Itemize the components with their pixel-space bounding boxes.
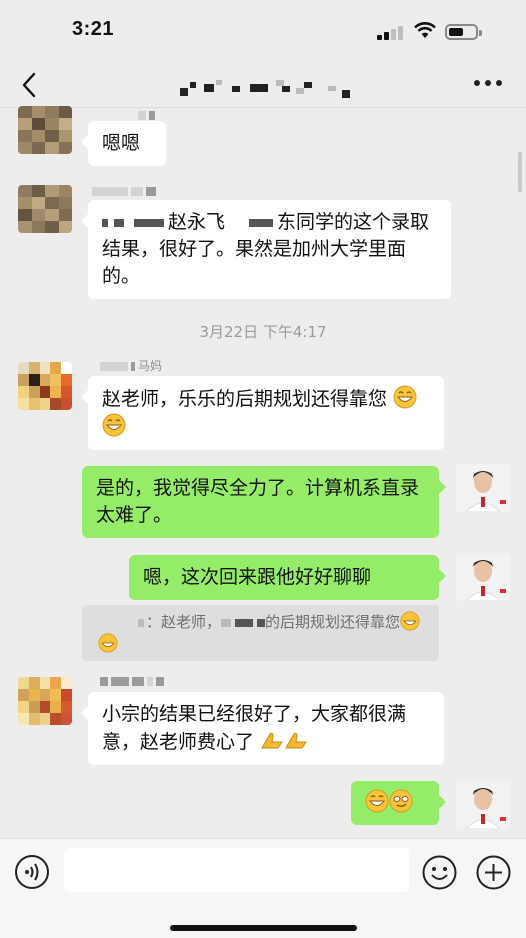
pray-emoji xyxy=(285,732,307,749)
cellular-signal-icon xyxy=(377,24,405,40)
message-bubble[interactable]: 嗯，这次回来跟他好好聊聊 xyxy=(129,555,446,600)
back-icon[interactable] xyxy=(16,70,42,100)
message-input[interactable] xyxy=(64,848,409,892)
sender-name-text: 马妈 xyxy=(138,359,163,373)
grinning-emoji xyxy=(365,789,389,813)
plus-icon[interactable] xyxy=(475,854,512,891)
sender-name-redacted xyxy=(100,674,167,688)
message-bubble[interactable]: 是的，我觉得尽全力了。计算机系直录太难了。 xyxy=(82,466,446,538)
sender-name: 马妈 xyxy=(100,357,162,374)
grinning-emoji xyxy=(400,611,420,631)
message-text: 嗯嗯 xyxy=(102,132,141,154)
grinning-emoji xyxy=(393,385,417,409)
my-avatar[interactable] xyxy=(456,553,510,601)
status-time: 3:21 xyxy=(72,18,115,40)
smirk-emoji xyxy=(389,789,413,813)
grinning-emoji xyxy=(98,633,118,653)
input-bar xyxy=(0,838,526,938)
message-bubble[interactable]: 赵永飞 东同学的这个录取结果，很好了。果然是加州大学里面的。 xyxy=(81,200,451,299)
home-indicator xyxy=(170,925,357,931)
message-text: 小宗的结果已经很好了，大家都很满意，赵老师费心了 xyxy=(102,703,407,753)
quote-text-suffix: 的后期规划还得靠您 xyxy=(265,613,401,631)
emoji-icon[interactable] xyxy=(421,854,458,891)
pray-emoji xyxy=(261,732,283,749)
message-text-part: 赵永飞 xyxy=(168,211,226,233)
grinning-emoji xyxy=(102,413,126,437)
quoted-message[interactable]: ：赵老师， 的后期规划还得靠您 xyxy=(82,605,439,661)
chat-header xyxy=(0,62,526,108)
timestamp: 3月22日 下午4:17 xyxy=(199,323,327,341)
status-bar: 3:21 xyxy=(0,0,526,62)
voice-icon[interactable] xyxy=(14,854,50,890)
scroll-bar[interactable] xyxy=(518,152,522,192)
message-bubble[interactable]: 赵老师，乐乐的后期规划还得靠您 xyxy=(81,376,444,450)
message-text: 是的，我觉得尽全力了。计算机系直录太难了。 xyxy=(96,477,420,526)
chat-title-redacted xyxy=(178,74,353,98)
quote-text-prefix: ：赵老师， xyxy=(146,613,222,631)
avatar[interactable] xyxy=(18,362,72,410)
message-bubble[interactable] xyxy=(351,781,446,825)
message-text: 嗯，这次回来跟他好好聊聊 xyxy=(143,566,372,588)
message-bubble[interactable]: 小宗的结果已经很好了，大家都很满意，赵老师费心了 xyxy=(81,692,444,765)
message-text: 赵老师，乐乐的后期规划还得靠您 xyxy=(102,388,388,410)
avatar[interactable] xyxy=(18,677,72,725)
avatar[interactable] xyxy=(18,106,72,154)
message-bubble[interactable]: 嗯嗯 xyxy=(81,121,166,166)
wifi-icon xyxy=(414,22,436,38)
battery-icon xyxy=(445,24,482,40)
sender-name-redacted xyxy=(138,108,158,122)
sender-name-redacted xyxy=(92,184,159,198)
my-avatar[interactable] xyxy=(456,464,510,512)
avatar[interactable] xyxy=(18,185,72,233)
more-icon[interactable] xyxy=(474,80,504,88)
my-avatar[interactable] xyxy=(456,781,510,829)
